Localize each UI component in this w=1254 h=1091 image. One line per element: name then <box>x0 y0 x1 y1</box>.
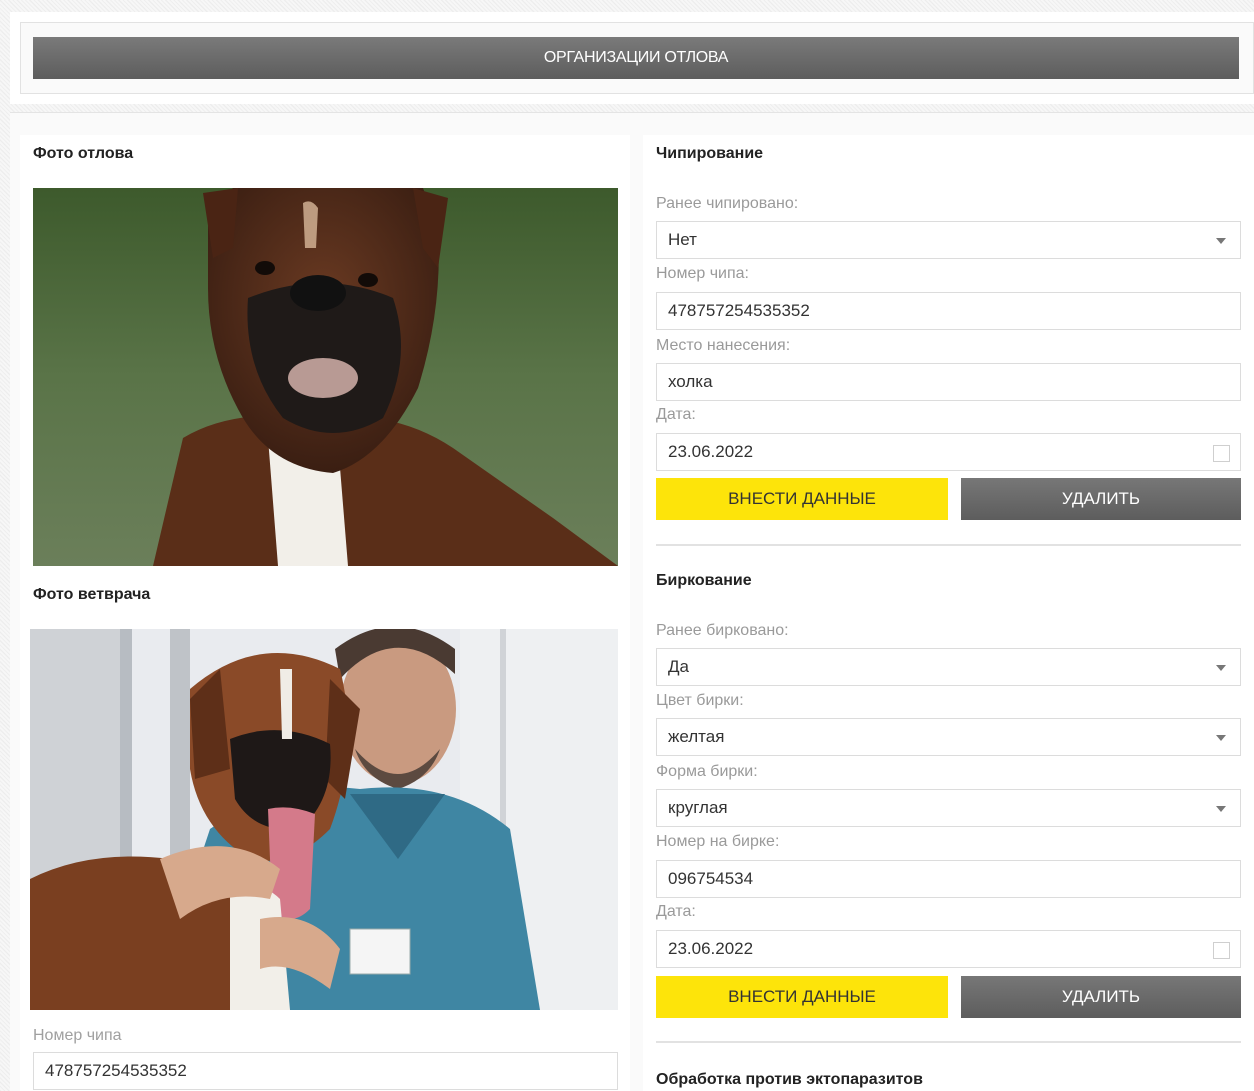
left-chip-value: 478757254535352 <box>45 1061 187 1080</box>
chipping-title: Чипирование <box>656 145 764 162</box>
chipping-previously-label: Ранее чипировано: <box>656 195 799 212</box>
tagging-submit-button[interactable]: ВНЕСТИ ДАННЫЕ <box>656 976 948 1018</box>
chip-number-value: 478757254535352 <box>668 301 810 320</box>
catch-photo[interactable] <box>33 188 618 566</box>
chipping-date-field[interactable]: 23.06.2022 <box>656 433 1241 471</box>
left-chip-label: Номер чипа <box>33 1027 122 1044</box>
chevron-down-icon <box>1216 806 1226 812</box>
tag-color-select[interactable]: желтая <box>656 718 1241 756</box>
chipping-date-label: Дата: <box>656 406 696 423</box>
tag-number-field[interactable]: 096754534 <box>656 860 1241 898</box>
chevron-down-icon <box>1216 665 1226 671</box>
chip-number-label: Номер чипа: <box>656 265 749 282</box>
tag-number-value: 096754534 <box>668 869 754 888</box>
tagging-date-label: Дата: <box>656 903 696 920</box>
vet-photo-title: Фото ветврача <box>33 586 151 603</box>
chip-number-field[interactable]: 478757254535352 <box>656 292 1241 330</box>
tagging-title: Биркование <box>656 572 752 589</box>
chipping-delete-button[interactable]: УДАЛИТЬ <box>961 478 1241 520</box>
tagging-date-field[interactable]: 23.06.2022 <box>656 930 1241 968</box>
chip-location-value: холка <box>668 372 713 391</box>
chevron-down-icon <box>1216 735 1226 741</box>
chipping-previously-value: Нет <box>668 230 697 249</box>
tagging-previously-label: Ранее бирковано: <box>656 622 789 639</box>
chip-location-label: Место нанесения: <box>656 337 791 354</box>
section-divider <box>656 544 1241 546</box>
catch-photo-image <box>33 188 618 566</box>
catch-photo-title: Фото отлова <box>33 145 134 162</box>
tag-color-value: желтая <box>668 727 725 746</box>
chipping-date-value: 23.06.2022 <box>668 442 754 461</box>
chipping-previously-select[interactable]: Нет <box>656 221 1241 259</box>
tagging-previously-value: Да <box>668 657 689 676</box>
chipping-submit-button[interactable]: ВНЕСТИ ДАННЫЕ <box>656 478 948 520</box>
tag-shape-label: Форма бирки: <box>656 763 758 780</box>
ectoparasite-title: Обработка против эктопаразитов <box>656 1071 923 1088</box>
tagging-date-value: 23.06.2022 <box>668 939 754 958</box>
tagging-delete-button[interactable]: УДАЛИТЬ <box>961 976 1241 1018</box>
left-chip-field[interactable]: 478757254535352 <box>33 1052 618 1090</box>
tag-number-label: Номер на бирке: <box>656 833 780 850</box>
tagging-previously-select[interactable]: Да <box>656 648 1241 686</box>
tag-color-label: Цвет бирки: <box>656 692 744 709</box>
tag-shape-value: круглая <box>668 798 728 817</box>
tagging-date-checkbox[interactable] <box>1213 942 1230 959</box>
vet-photo-image <box>30 629 618 1010</box>
chevron-down-icon <box>1216 238 1226 244</box>
chipping-date-checkbox[interactable] <box>1213 445 1230 462</box>
tag-shape-select[interactable]: круглая <box>656 789 1241 827</box>
organization-catch-button[interactable]: ОРГАНИЗАЦИИ ОТЛОВА <box>33 37 1239 79</box>
chip-location-field[interactable]: холка <box>656 363 1241 401</box>
section-divider <box>656 1041 1241 1043</box>
vet-photo[interactable] <box>30 629 618 1010</box>
